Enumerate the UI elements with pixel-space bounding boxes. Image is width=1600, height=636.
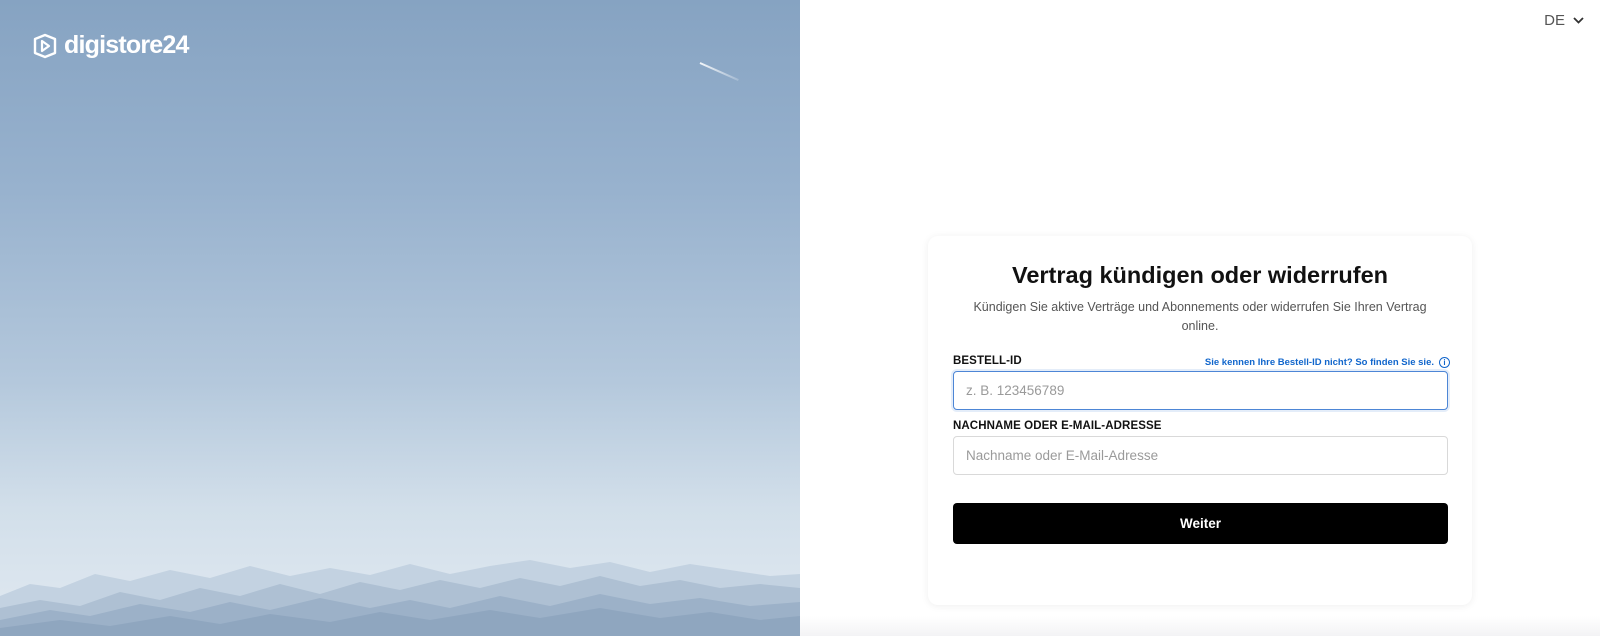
cancellation-form-card: Vertrag kündigen oder widerrufen Kündige…	[928, 236, 1472, 605]
order-id-input[interactable]	[953, 371, 1448, 410]
mountain-range-illustration	[0, 560, 800, 636]
order-id-help-link[interactable]: Sie kennen Ihre Bestell-ID nicht? So fin…	[1205, 357, 1450, 368]
order-id-help-text: Sie kennen Ihre Bestell-ID nicht? So fin…	[1204, 357, 1434, 368]
digistore24-logo-icon	[33, 33, 57, 58]
chevron-down-icon	[1573, 17, 1584, 24]
name-or-email-label: NACHNAME ODER E-MAIL-ADRESSE	[953, 420, 1162, 432]
brand-logo-text: digistore24	[64, 31, 189, 59]
bottom-shadow	[800, 616, 1600, 636]
form-subtitle: Kündigen Sie aktive Verträge und Abonnem…	[973, 300, 1427, 333]
language-selected: DE	[1544, 12, 1565, 29]
info-icon: i	[1439, 357, 1450, 368]
hero-background-image: digistore24	[0, 0, 800, 636]
continue-button[interactable]: Weiter	[953, 503, 1448, 544]
order-id-label: BESTELL-ID	[953, 355, 1022, 367]
brand-logo[interactable]: digistore24	[32, 31, 189, 60]
name-or-email-input[interactable]	[953, 436, 1448, 475]
contrail-decoration	[699, 62, 739, 81]
language-selector[interactable]: DE	[1544, 12, 1584, 29]
form-title: Vertrag kündigen oder widerrufen	[1011, 262, 1389, 288]
